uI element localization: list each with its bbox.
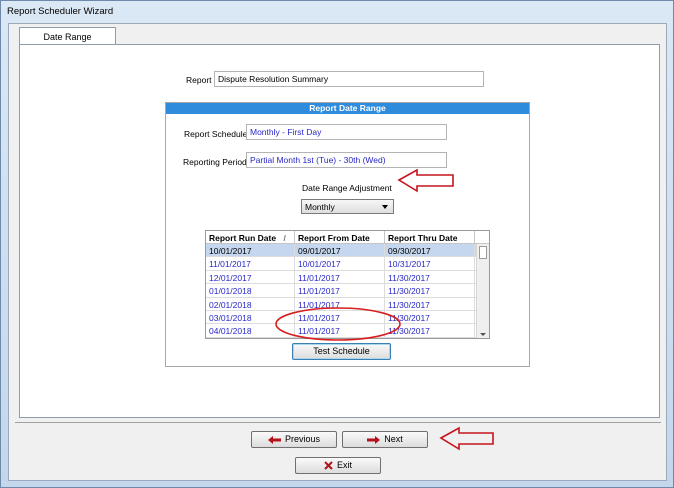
grid-header: Report Run Date / Report From Date Repor… xyxy=(206,231,489,244)
column-header-thru-date[interactable]: Report Thru Date xyxy=(385,231,475,244)
exit-label: Exit xyxy=(336,460,352,470)
table-row[interactable]: 11/01/2017 10/01/2017 10/31/2017 xyxy=(206,257,489,271)
window-title: Report Scheduler Wizard xyxy=(7,6,114,17)
report-date-range-group: Report Date Range Report Schedule Monthl… xyxy=(165,102,530,367)
column-header-run-date[interactable]: Report Run Date / xyxy=(206,231,295,244)
table-row[interactable]: 02/01/2018 11/01/2017 11/30/2017 xyxy=(206,297,489,311)
sort-indicator: / xyxy=(283,233,286,243)
reporting-period-label: Reporting Period xyxy=(183,157,247,167)
close-icon xyxy=(324,461,333,470)
grid-scrollbar[interactable] xyxy=(476,244,489,338)
group-title: Report Date Range xyxy=(166,103,529,114)
test-schedule-button[interactable]: Test Schedule xyxy=(292,343,391,360)
scroll-down-icon[interactable] xyxy=(480,333,486,336)
chevron-down-icon[interactable] xyxy=(382,205,388,209)
next-label: Next xyxy=(384,434,403,444)
table-row[interactable]: 03/01/2018 11/01/2017 11/30/2017 xyxy=(206,310,489,325)
next-button[interactable]: Next xyxy=(342,431,428,448)
report-name-field[interactable]: Dispute Resolution Summary xyxy=(214,71,484,87)
date-range-tab-page: Report Dispute Resolution Summary Report… xyxy=(19,44,660,418)
exit-button[interactable]: Exit xyxy=(295,457,381,474)
previous-label: Previous xyxy=(284,434,320,444)
date-range-adjustment-label: Date Range Adjustment xyxy=(302,183,392,193)
arrow-left-icon xyxy=(267,435,281,444)
scrollbar-thumb[interactable] xyxy=(479,246,487,259)
date-range-adjustment-select[interactable]: Monthly xyxy=(301,199,394,214)
client-area: Date Range Report Dispute Resolution Sum… xyxy=(8,23,667,481)
table-row[interactable]: 10/01/2017 09/01/2017 09/30/2017 xyxy=(206,244,489,258)
arrow-right-icon xyxy=(367,435,381,444)
column-header-from-date[interactable]: Report From Date xyxy=(295,231,385,244)
divider xyxy=(15,422,661,423)
report-schedule-label: Report Schedule xyxy=(184,129,248,139)
wizard-window: Report Scheduler Wizard Date Range Repor… xyxy=(0,0,674,488)
table-row[interactable]: 12/01/2017 11/01/2017 11/30/2017 xyxy=(206,270,489,285)
date-range-adjustment-value: Monthly xyxy=(305,202,335,212)
schedule-grid[interactable]: Report Run Date / Report From Date Repor… xyxy=(205,230,490,339)
tab-date-range[interactable]: Date Range xyxy=(19,27,116,45)
report-label: Report xyxy=(186,75,212,85)
previous-button[interactable]: Previous xyxy=(251,431,337,448)
report-schedule-field[interactable]: Monthly - First Day xyxy=(246,124,447,140)
reporting-period-field[interactable]: Partial Month 1st (Tue) - 30th (Wed) xyxy=(246,152,447,168)
table-row[interactable]: 01/01/2018 11/01/2017 11/30/2017 xyxy=(206,284,489,298)
table-row[interactable]: 04/01/2018 11/01/2017 11/30/2017 xyxy=(206,324,489,338)
